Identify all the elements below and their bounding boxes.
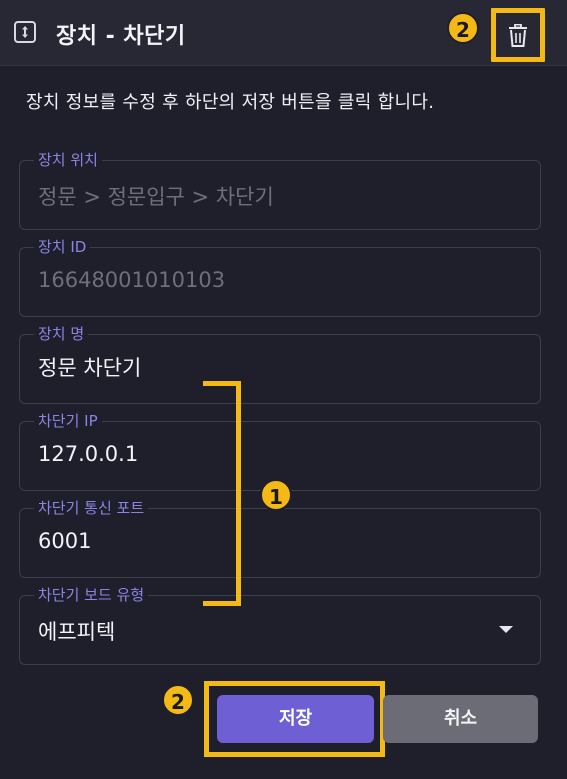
instruction-text: 장치 정보를 수정 후 하단의 저장 버튼을 클릭 합니다. [26,92,435,113]
page-title: 장치 - 차단기 [56,24,186,49]
board-type-select[interactable]: 차단기 보드 유형 에프피텍 [19,585,541,665]
delete-button[interactable] [491,8,545,62]
field-label: 차단기 통신 포트 [34,498,149,518]
annotation-bracket [203,381,241,606]
annotation-badge-2-top: 2 [447,12,479,44]
field-label: 장치 ID [34,237,91,257]
annotation-badge-1: 1 [260,479,292,511]
save-button[interactable]: 저장 [217,695,374,743]
device-location-value: 정문 > 정문입구 > 차단기 [38,185,274,209]
device-location-field: 장치 위치 정문 > 정문입구 > 차단기 [19,150,541,230]
board-type-value: 에프피텍 [38,620,116,644]
device-id-field: 장치 ID 16648001010103 [19,237,541,317]
cancel-button[interactable]: 취소 [383,695,538,743]
trash-icon [509,24,527,47]
annotation-badge-2-bottom: 2 [162,684,194,716]
field-label: 장치 명 [34,324,89,344]
field-label: 장치 위치 [34,150,102,170]
panel-header: 장치 - 차단기 2 [0,0,567,66]
device-name-field[interactable]: 장치 명 [19,324,541,404]
breaker-port-field[interactable]: 차단기 통신 포트 [19,498,541,578]
breaker-ip-input[interactable] [38,442,508,466]
device-name-input[interactable] [38,355,508,379]
field-label: 차단기 보드 유형 [34,585,149,605]
device-id-value: 16648001010103 [38,268,226,292]
expand-vertical-icon [14,21,36,43]
chevron-down-icon[interactable] [499,626,513,633]
breaker-port-input[interactable] [38,529,508,553]
field-label: 차단기 IP [34,411,102,431]
